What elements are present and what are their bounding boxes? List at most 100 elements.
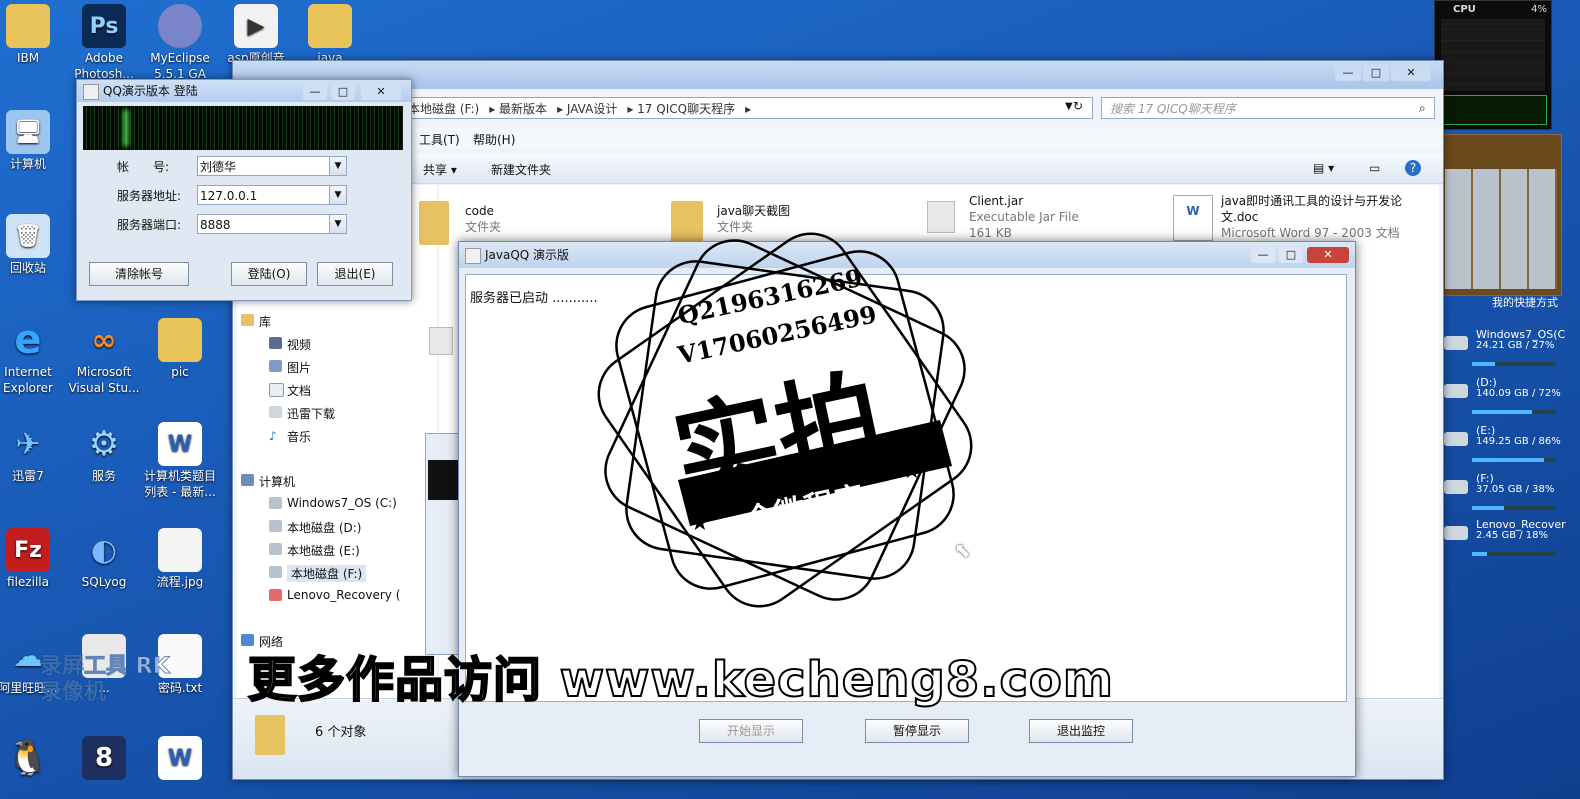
nav-library[interactable]: 库 <box>241 313 271 330</box>
desktop-icon-word-doc[interactable]: W <box>142 736 218 782</box>
breadcrumb-java-design[interactable]: JAVA设计 <box>567 102 617 116</box>
qq-login-titlebar: QQ演示版本 登陆 — □ ✕ <box>77 80 411 102</box>
search-input[interactable]: 搜索 17 QICQ聊天程序 <box>1101 97 1435 119</box>
account-field[interactable]: 刘德华 <box>197 156 347 176</box>
word-document-icon: W <box>158 736 202 780</box>
breadcrumb-qicq[interactable]: 17 QICQ聊天程序 <box>637 102 735 116</box>
website-watermark: 更多作品访问 www.kecheng8.com <box>247 651 1114 709</box>
library-icon <box>241 314 254 326</box>
chevron-down-icon[interactable]: ▼ <box>329 156 347 176</box>
desktop-icon-computer[interactable]: 🖥 计算机 <box>0 110 66 172</box>
myeclipse-icon <box>158 4 202 48</box>
drive-icon <box>1444 480 1468 494</box>
desktop-icon-myeclipse[interactable]: MyEclipse 5.5.1 GA <box>142 4 218 82</box>
cpu-graph <box>1441 95 1547 125</box>
nav-computer[interactable]: 计算机 <box>241 473 295 490</box>
breadcrumb-drive-f[interactable]: 本地磁盘 (F:) <box>408 102 479 116</box>
desktop-icon-java[interactable]: java <box>292 4 368 66</box>
recorder-watermark: 录屏工具 RK录像机 <box>40 654 171 706</box>
close-button[interactable]: ✕ <box>1391 65 1431 81</box>
exit-monitor-button[interactable]: 退出监控 <box>1029 719 1133 743</box>
drive-gadget-lenovo[interactable]: Lenovo_Recover 2.45 GB / 18% <box>1442 518 1566 564</box>
desktop-icon-qq[interactable]: 🐧 <box>0 736 66 782</box>
desktop-icon-doc-list[interactable]: W 计算机类题目列表 - 最新... <box>142 422 218 500</box>
maximize-button[interactable]: □ <box>1279 247 1303 263</box>
desktop-icon-filezilla[interactable]: Fz filezilla <box>0 528 66 590</box>
shortcut-gadget <box>1440 134 1562 296</box>
desktop-icon-visual-studio[interactable]: ∞ Microsoft Visual Stu... <box>66 318 142 396</box>
nav-drive-f[interactable]: 本地磁盘 (F:) <box>269 565 367 582</box>
new-folder-button[interactable]: 新建文件夹 <box>491 161 551 178</box>
chevron-down-icon[interactable]: ▼ <box>329 185 347 205</box>
filezilla-icon: Fz <box>6 528 50 572</box>
address-bar[interactable]: 本地磁盘 (F:) ▸ 最新版本 ▸ JAVA设计 ▸ 17 QICQ聊天程序 ▸ <box>403 97 1093 119</box>
server-port-field[interactable]: 8888 <box>197 214 347 234</box>
computer-icon: 🖥 <box>6 110 50 154</box>
breadcrumb-latest[interactable]: 最新版本 <box>499 102 547 116</box>
minimize-button[interactable]: — <box>1335 65 1361 81</box>
nav-drive-e[interactable]: 本地磁盘 (E:) <box>269 542 360 559</box>
view-options-icon[interactable]: ▤ ▾ <box>1313 161 1334 175</box>
shortcut-grid[interactable] <box>1445 169 1557 289</box>
qq-login-title: QQ演示版本 登陆 <box>103 84 198 98</box>
close-button[interactable]: ✕ <box>1307 247 1349 263</box>
close-button[interactable]: ✕ <box>361 84 401 100</box>
desktop-icon-services[interactable]: ⚙ 服务 <box>66 422 142 484</box>
clear-account-button[interactable]: 清除帐号 <box>89 262 189 286</box>
refresh-icon[interactable]: ↻ <box>1073 99 1083 113</box>
drive-info: 140.09 GB / 72% <box>1476 388 1561 399</box>
pause-display-button[interactable]: 暂停显示 <box>865 719 969 743</box>
documents-icon <box>269 383 284 397</box>
recovery-drive-icon <box>269 589 282 601</box>
login-button[interactable]: 登陆(O) <box>231 262 307 286</box>
nav-drive-d[interactable]: 本地磁盘 (D:) <box>269 519 361 536</box>
maximize-button[interactable]: □ <box>331 84 355 100</box>
share-button[interactable]: 共享 ▾ <box>423 161 457 178</box>
file-item-code[interactable]: code 文件夹 <box>465 203 501 235</box>
nav-video[interactable]: 视频 <box>269 336 311 353</box>
preview-pane-icon[interactable]: ▭ <box>1369 161 1380 175</box>
file-item-client-jar[interactable]: Client.jar Executable Jar File 161 KB <box>969 193 1079 241</box>
help-icon[interactable]: ? <box>1405 160 1421 176</box>
drive-gadget-d[interactable]: (D:) 140.09 GB / 72% <box>1442 376 1562 422</box>
nav-xunlei-downloads[interactable]: 迅雷下载 <box>269 405 335 422</box>
item-count: 6 个对象 <box>315 725 367 740</box>
desktop-icon-ibm[interactable]: IBM <box>0 4 66 66</box>
desktop-icon-recycle-bin[interactable]: 🗑 回收站 <box>0 214 66 276</box>
minimize-button[interactable]: — <box>303 84 327 100</box>
drive-usage-bar <box>1472 458 1556 462</box>
cpu-core-bars <box>1441 19 1545 91</box>
server-address-field[interactable]: 127.0.0.1 <box>197 185 347 205</box>
nav-drive-c[interactable]: Windows7_OS (C:) <box>269 496 397 510</box>
nav-pictures[interactable]: 图片 <box>269 359 311 376</box>
desktop-icon-xunlei[interactable]: ✈ 迅雷7 <box>0 422 66 484</box>
search-icon[interactable]: ⌕ <box>1419 101 1426 116</box>
nav-lenovo-recovery[interactable]: Lenovo_Recovery ( <box>269 588 400 602</box>
minimize-button[interactable]: — <box>1251 247 1275 263</box>
download-icon <box>269 406 282 418</box>
exit-button[interactable]: 退出(E) <box>317 262 393 286</box>
menu-help[interactable]: 帮助(H) <box>473 131 515 148</box>
nav-music[interactable]: ♪ 音乐 <box>269 428 311 445</box>
account-label: 帐 号: <box>117 160 170 174</box>
maximize-button[interactable]: □ <box>1363 65 1389 81</box>
desktop-icon-sqlyog[interactable]: ◐ SQLyog <box>66 528 142 590</box>
drive-gadget-f[interactable]: (F:) 37.05 GB / 38% <box>1442 472 1562 518</box>
drive-usage-bar <box>1472 506 1556 510</box>
desktop-icon-pic[interactable]: pic <box>142 318 218 380</box>
drive-gadget-c[interactable]: Windows7_OS(C 24.21 GB / 27% <box>1442 328 1565 374</box>
drive-icon <box>1444 384 1468 398</box>
nav-documents[interactable]: 文档 <box>269 382 311 399</box>
music-icon: ♪ <box>269 429 277 443</box>
desktop-icon-photoshop[interactable]: Ps Adobe Photosh... <box>66 4 142 82</box>
desktop-icon-flowchart[interactable]: 流程.jpg <box>142 528 218 590</box>
chevron-down-icon[interactable]: ▼ <box>1065 101 1073 112</box>
java-cup-icon <box>465 248 481 264</box>
menu-tools[interactable]: 工具(T) <box>419 131 460 148</box>
file-item-paper-doc[interactable]: java即时通讯工具的设计与开发论文.doc Microsoft Word 97… <box>1221 193 1421 241</box>
chevron-down-icon[interactable]: ▼ <box>329 214 347 234</box>
desktop-icon-myeclipse-2[interactable]: 8 <box>66 736 142 782</box>
drive-gadget-e[interactable]: (E:) 149.25 GB / 86% <box>1442 424 1562 470</box>
desktop-icon-ie[interactable]: e Internet Explorer <box>0 317 66 396</box>
start-display-button[interactable]: 开始显示 <box>699 719 803 743</box>
